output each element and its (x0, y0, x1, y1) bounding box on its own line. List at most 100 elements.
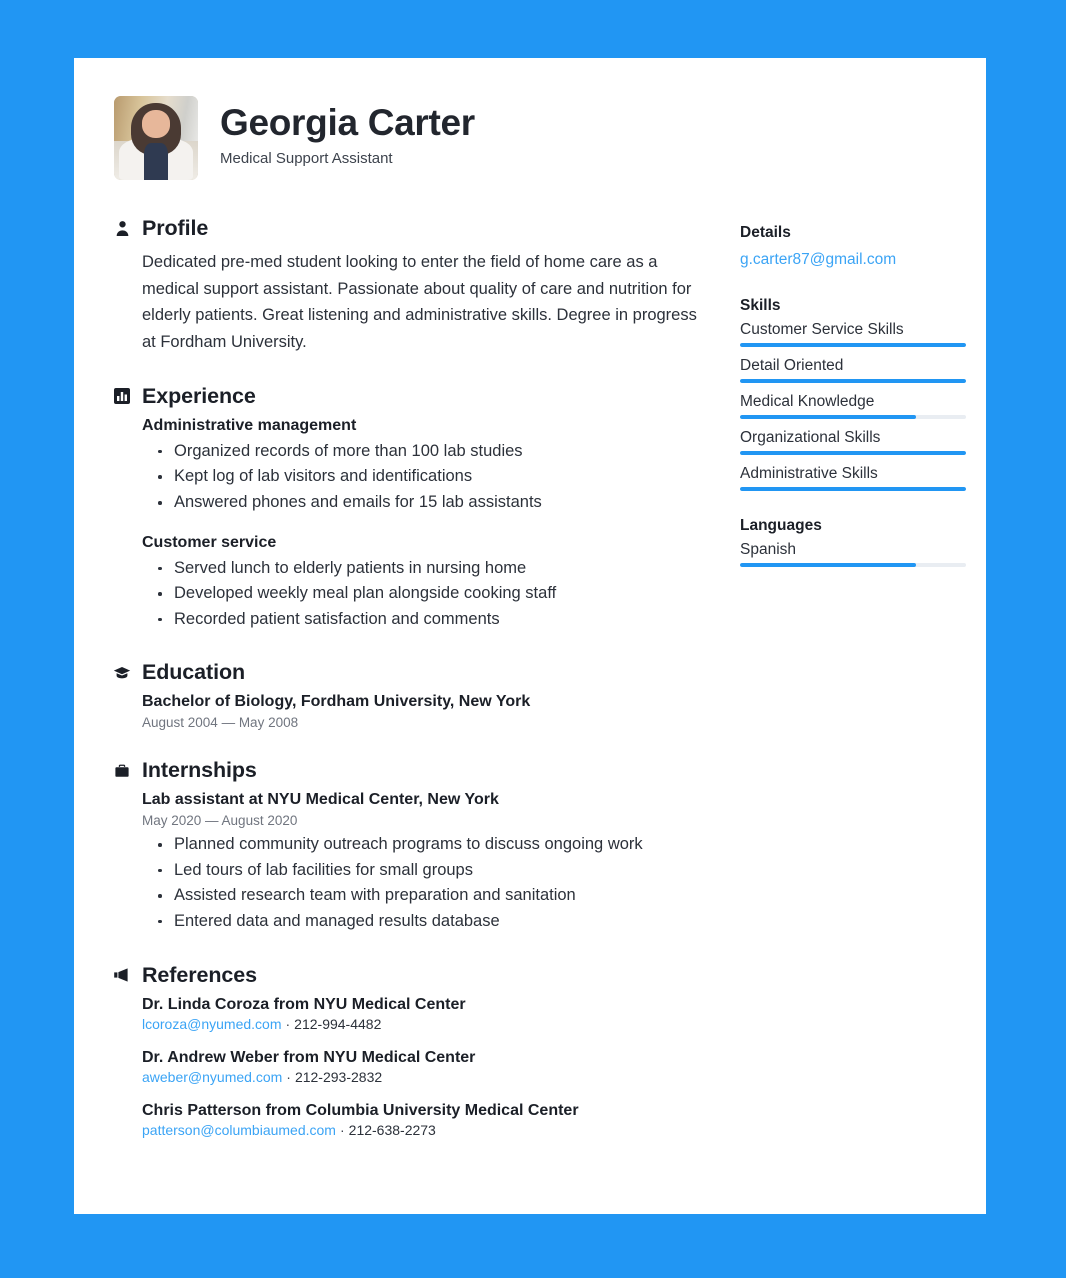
separator: · (339, 1121, 345, 1138)
sidebar-details-title: Details (740, 224, 791, 241)
entry-bullets: Planned community outreach programs to d… (142, 832, 712, 934)
section-title-experience: Experience (142, 383, 256, 408)
skill-bar-fill (740, 415, 917, 420)
reference-email[interactable]: aweber@nyumed.com (142, 1069, 282, 1085)
list-item: Kept log of lab visitors and identificat… (142, 464, 712, 490)
reference-meta: patterson@columbiaumed.com · 212-638-2273 (142, 1122, 712, 1138)
skill-bar (740, 379, 966, 384)
person-icon (112, 219, 132, 239)
body-columns: Profile Dedicated pre-med student lookin… (112, 216, 966, 1166)
reference-name: Dr. Linda Coroza from NYU Medical Center (142, 995, 466, 1013)
sidebar-details: Details g.carter87@gmail.com (740, 224, 966, 271)
section-title-references: References (142, 962, 257, 987)
skill-label: Medical Knowledge (740, 393, 875, 411)
section-head-internships: Internships (112, 758, 712, 783)
skill-item: Medical Knowledge (740, 393, 966, 420)
profile-text: Dedicated pre-med student looking to ent… (142, 253, 697, 352)
reference-entry: Dr. Andrew Weber from NYU Medical Center… (142, 1049, 712, 1085)
reference-email[interactable]: lcoroza@nyumed.com (142, 1016, 282, 1032)
section-body-profile: Dedicated pre-med student looking to ent… (112, 249, 712, 356)
list-item: Recorded patient satisfaction and commen… (142, 607, 712, 633)
skill-bar-fill (740, 487, 966, 492)
section-head-references: References (112, 963, 712, 988)
section-body-education: Bachelor of Biology, Fordham University,… (112, 693, 712, 730)
list-item: Developed weekly meal plan alongside coo… (142, 581, 712, 607)
resume-page: Georgia Carter Medical Support Assistant… (74, 58, 986, 1214)
experience-entry: Administrative management Organized reco… (142, 417, 712, 516)
reference-entry: Chris Patterson from Columbia University… (142, 1102, 712, 1138)
skill-item: Administrative Skills (740, 465, 966, 492)
entry-bullets: Served lunch to elderly patients in nurs… (142, 556, 712, 633)
bar-chart-icon (112, 386, 132, 406)
sidebar-skills-title: Skills (740, 297, 781, 315)
section-body-internships: Lab assistant at NYU Medical Center, New… (112, 791, 712, 934)
reference-meta: lcoroza@nyumed.com · 212-994-4482 (142, 1016, 712, 1032)
language-bar (740, 563, 966, 568)
language-item: Spanish (740, 541, 966, 568)
list-item: Served lunch to elderly patients in nurs… (142, 556, 712, 582)
skill-item: Customer Service Skills (740, 321, 966, 348)
skill-bar-fill (740, 379, 966, 384)
contact-email[interactable]: g.carter87@gmail.com (740, 248, 966, 271)
reference-phone: 212-638-2273 (348, 1121, 436, 1138)
main-column: Profile Dedicated pre-med student lookin… (112, 216, 712, 1166)
separator: · (285, 1015, 291, 1032)
entry-title: Lab assistant at NYU Medical Center, New… (142, 791, 499, 809)
section-body-references: Dr. Linda Coroza from NYU Medical Center… (112, 996, 712, 1138)
list-item: Organized records of more than 100 lab s… (142, 439, 712, 465)
entry-title: Customer service (142, 533, 277, 551)
section-head-profile: Profile (112, 216, 712, 241)
section-experience: Experience Administrative management Org… (112, 384, 712, 632)
graduation-cap-icon (112, 663, 132, 683)
experience-entry: Customer service Served lunch to elderly… (142, 534, 712, 633)
entry-title: Administrative management (142, 416, 357, 434)
language-bar-fill (740, 563, 917, 568)
sidebar-languages-title: Languages (740, 517, 822, 535)
skill-bar-fill (740, 343, 966, 348)
skill-bar (740, 415, 966, 420)
section-head-experience: Experience (112, 384, 712, 409)
briefcase-icon (112, 761, 132, 781)
separator: · (286, 1068, 291, 1085)
skill-bar (740, 451, 966, 456)
skill-label: Customer Service Skills (740, 321, 904, 339)
reference-name: Chris Patterson from Columbia University… (142, 1101, 579, 1119)
section-title-profile: Profile (142, 216, 209, 240)
sidebar: Details g.carter87@gmail.com Skills Cust… (732, 216, 966, 1166)
skill-item: Organizational Skills (740, 429, 966, 456)
section-body-experience: Administrative management Organized reco… (112, 417, 712, 632)
section-internships: Internships Lab assistant at NYU Medical… (112, 758, 712, 934)
list-item: Entered data and managed results databas… (142, 909, 712, 935)
sidebar-skills: Skills Customer Service Skills Detail Or… (740, 297, 966, 492)
page-title: Georgia Carter (220, 102, 475, 143)
skill-bar-fill (740, 451, 966, 456)
entry-bullets: Organized records of more than 100 lab s… (142, 439, 712, 516)
section-title-education: Education (142, 660, 246, 685)
reference-phone: 212-293-2832 (294, 1068, 383, 1085)
section-head-education: Education (112, 660, 712, 685)
list-item: Led tours of lab facilities for small gr… (142, 858, 712, 884)
skill-label: Administrative Skills (740, 465, 878, 483)
list-item: Answered phones and emails for 15 lab as… (142, 490, 712, 516)
reference-name: Dr. Andrew Weber from NYU Medical Center (142, 1048, 476, 1066)
section-references: References Dr. Linda Coroza from NYU Med… (112, 963, 712, 1138)
internship-entry: Lab assistant at NYU Medical Center, New… (142, 791, 712, 934)
avatar (114, 96, 198, 180)
skill-bar (740, 487, 966, 492)
skill-label: Detail Oriented (740, 357, 844, 375)
list-item: Assisted research team with preparation … (142, 883, 712, 909)
sidebar-languages: Languages Spanish (740, 517, 966, 568)
skill-item: Detail Oriented (740, 357, 966, 384)
megaphone-icon (112, 965, 132, 985)
reference-meta: aweber@nyumed.com · 212-293-2832 (142, 1069, 712, 1085)
entry-title: Bachelor of Biology, Fordham University,… (142, 693, 531, 711)
skill-bar (740, 343, 966, 348)
section-education: Education Bachelor of Biology, Fordham U… (112, 660, 712, 730)
section-title-internships: Internships (142, 758, 257, 783)
list-item: Planned community outreach programs to d… (142, 832, 712, 858)
language-label: Spanish (740, 541, 797, 559)
education-entry: Bachelor of Biology, Fordham University,… (142, 693, 712, 730)
reference-entry: Dr. Linda Coroza from NYU Medical Center… (142, 996, 712, 1032)
reference-email[interactable]: patterson@columbiaumed.com (142, 1122, 336, 1138)
job-title: Medical Support Assistant (220, 149, 393, 167)
